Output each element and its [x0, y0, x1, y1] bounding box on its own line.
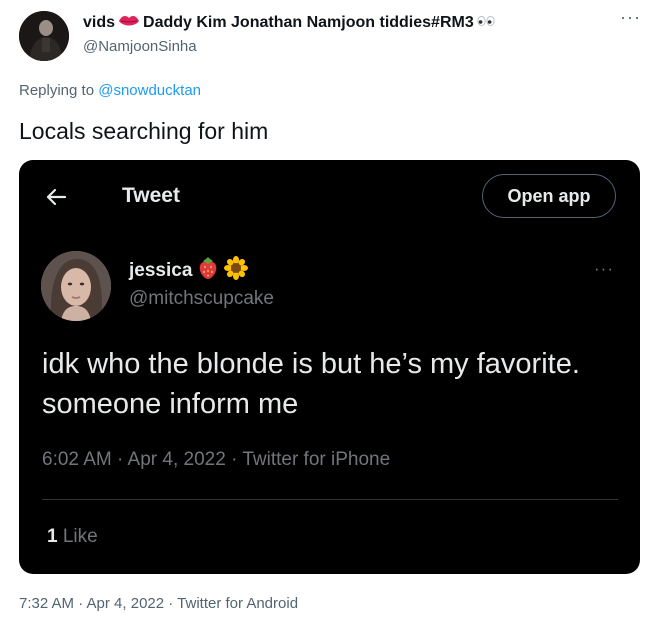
back-arrow-icon	[45, 188, 67, 211]
screenshot-handle: @mitchscupcake	[129, 288, 274, 309]
screenshot-divider	[42, 499, 618, 500]
avatar[interactable]	[19, 11, 69, 61]
screenshot-avatar	[41, 251, 111, 321]
tweet-timestamp[interactable]: 7:32 AM · Apr 4, 2022 · Twitter for Andr…	[19, 595, 298, 612]
sunflower-icon	[224, 256, 249, 286]
screenshot-timestamp: 6:02 AM · Apr 4, 2022 · Twitter for iPho…	[42, 449, 391, 470]
display-name-start: vids	[83, 14, 116, 31]
kiss-lips-icon	[118, 14, 140, 33]
screenshot-like-count: 1 Like	[47, 526, 98, 548]
screenshot-tweet-text: idk who the blonde is but he’s my favori…	[42, 348, 580, 420]
display-name[interactable]: vids Daddy Kim Jonathan Namjoon tiddies#…	[83, 12, 495, 34]
more-icon[interactable]: ···	[620, 8, 641, 26]
strawberry-icon	[197, 256, 219, 286]
tweet-card: vids Daddy Kim Jonathan Namjoon tiddies#…	[0, 0, 660, 624]
display-name-rest: Daddy Kim Jonathan Namjoon tiddies#RM3	[143, 14, 474, 31]
screenshot-header-title: Tweet	[122, 184, 180, 207]
screenshot-like-number: 1	[47, 526, 58, 547]
reply-mention-link[interactable]: @snowducktan	[98, 82, 201, 99]
reply-context: Replying to @snowducktan	[19, 82, 201, 99]
tweet-text: Locals searching for him	[19, 118, 269, 144]
attached-image[interactable]: Tweet Open app jessica @mitchscupcake ··…	[19, 160, 640, 574]
handle[interactable]: @NamjoonSinha	[83, 38, 197, 55]
eyes-icon	[477, 14, 495, 32]
reply-prefix: Replying to	[19, 82, 95, 99]
open-app-button: Open app	[482, 174, 616, 218]
screenshot-display-name: jessica	[129, 256, 249, 286]
screenshot-more-icon: ···	[594, 259, 614, 278]
screenshot-name-text: jessica	[129, 260, 193, 281]
screenshot-like-label: Like	[62, 526, 98, 547]
